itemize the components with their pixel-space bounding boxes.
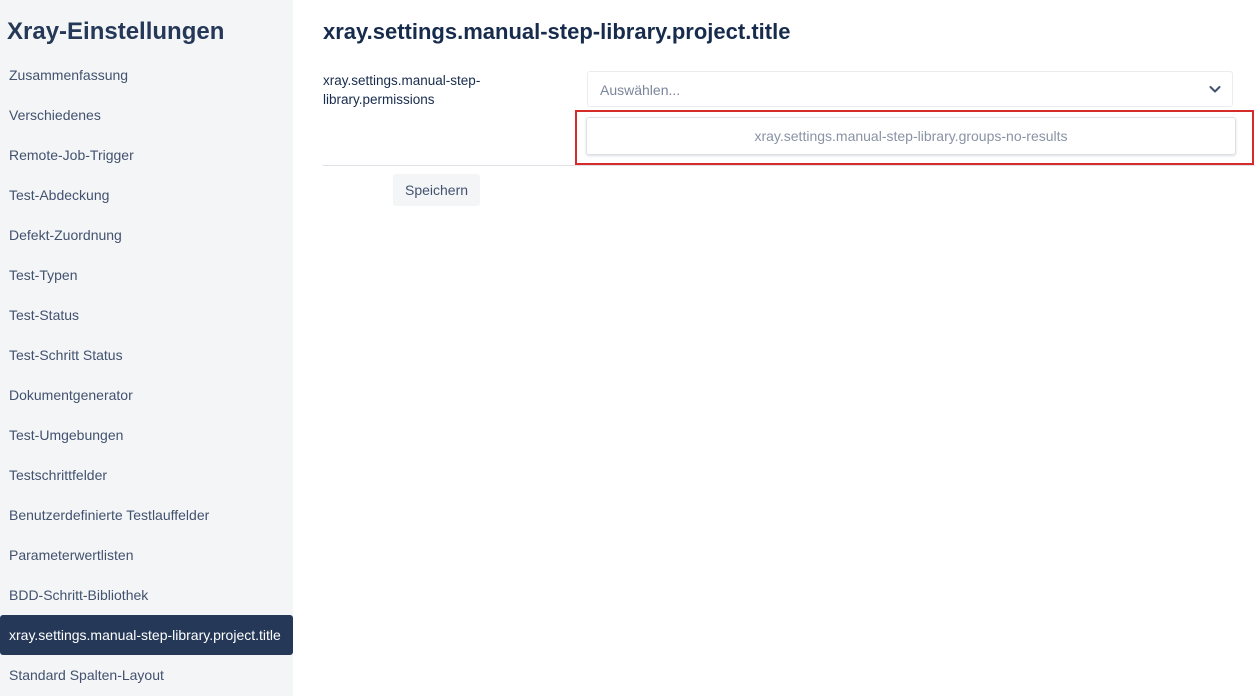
save-button[interactable]: Speichern <box>393 174 481 206</box>
sidebar-item-test-status[interactable]: Test-Status <box>0 295 293 335</box>
sidebar: Xray-Einstellungen Zusammenfassung Versc… <box>0 0 293 696</box>
sidebar-item-zusammenfassung[interactable]: Zusammenfassung <box>0 55 293 95</box>
highlight-box <box>575 110 1254 165</box>
sidebar-item-test-schritt-status[interactable]: Test-Schritt Status <box>0 335 293 375</box>
sidebar-item-test-typen[interactable]: Test-Typen <box>0 255 293 295</box>
sidebar-item-testschrittfelder[interactable]: Testschrittfelder <box>0 455 293 495</box>
sidebar-item-bdd-schritt-bibliothek[interactable]: BDD-Schritt-Bibliothek <box>0 575 293 615</box>
permissions-select[interactable]: Auswählen... <box>587 71 1233 107</box>
sidebar-item-dokumentgenerator[interactable]: Dokumentgenerator <box>0 375 293 415</box>
chevron-down-icon[interactable] <box>1208 82 1222 96</box>
permissions-label: xray.settings.manual-step-library.permis… <box>323 73 481 107</box>
sidebar-item-testlauffelder[interactable]: Benutzerdefinierte Testlauffelder <box>0 495 293 535</box>
sidebar-item-standard-spalten-layout[interactable]: Standard Spalten-Layout <box>0 655 293 695</box>
sidebar-item-defekt-zuordnung[interactable]: Defekt-Zuordnung <box>0 215 293 255</box>
sidebar-item-manual-step-library[interactable]: xray.settings.manual-step-library.projec… <box>0 615 293 655</box>
app-window: Xray-Einstellungen Zusammenfassung Versc… <box>0 0 1255 696</box>
sidebar-item-test-umgebungen[interactable]: Test-Umgebungen <box>0 415 293 455</box>
divider <box>323 165 1255 166</box>
sidebar-item-parameterwertlisten[interactable]: Parameterwertlisten <box>0 535 293 575</box>
sidebar-title: Xray-Einstellungen <box>7 18 225 45</box>
sidebar-item-remote-job-trigger[interactable]: Remote-Job-Trigger <box>0 135 293 175</box>
sidebar-nav: Zusammenfassung Verschiedenes Remote-Job… <box>0 55 293 695</box>
select-placeholder: Auswählen... <box>600 82 681 98</box>
sidebar-item-test-abdeckung[interactable]: Test-Abdeckung <box>0 175 293 215</box>
sidebar-item-verschiedenes[interactable]: Verschiedenes <box>0 95 293 135</box>
page-title: xray.settings.manual-step-library.projec… <box>323 19 791 44</box>
main-content: xray.settings.manual-step-library.projec… <box>323 0 1255 696</box>
